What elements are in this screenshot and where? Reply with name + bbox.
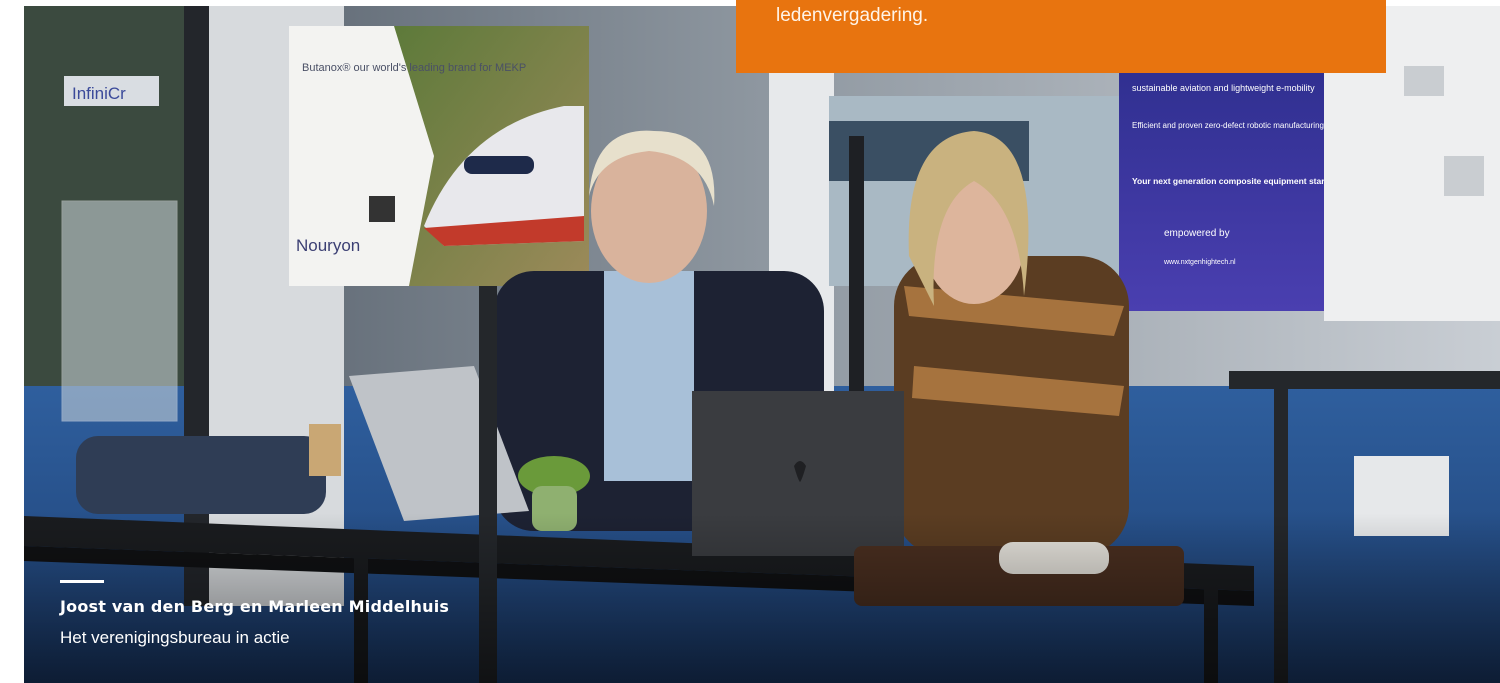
nxtgen-line1: sustainable aviation and lightweight e-m… — [1132, 83, 1315, 93]
laptop-bag — [76, 436, 326, 514]
nouryon-headline: Butanox® our world's leading brand for M… — [302, 62, 526, 74]
banner-text: ledenvergadering. — [776, 5, 929, 26]
booth-left-sign-text: InfiniCr — [72, 84, 126, 103]
nxtgen-tagline: Your next generation composite equipment… — [1132, 176, 1355, 186]
caption-title: Joost van den Berg en Marleen Middelhuis — [60, 597, 450, 616]
orange-text-banner: ledenvergadering. — [736, 0, 1386, 73]
nxtgen-url: www.nxtgenhightech.nl — [1163, 259, 1236, 266]
caption-divider — [60, 580, 104, 583]
nxtgen-line2: Efficient and proven zero-defect robotic… — [1132, 121, 1324, 130]
caption-subtitle: Het verenigingsbureau in actie — [60, 628, 290, 647]
photo-caption: Joost van den Berg en Marleen Middelhuis… — [60, 580, 449, 648]
nxtgen-empowered: empowered by — [1164, 228, 1230, 239]
nxtgen-panel — [1119, 61, 1331, 311]
nouryon-brand: Nouryon — [296, 236, 360, 255]
